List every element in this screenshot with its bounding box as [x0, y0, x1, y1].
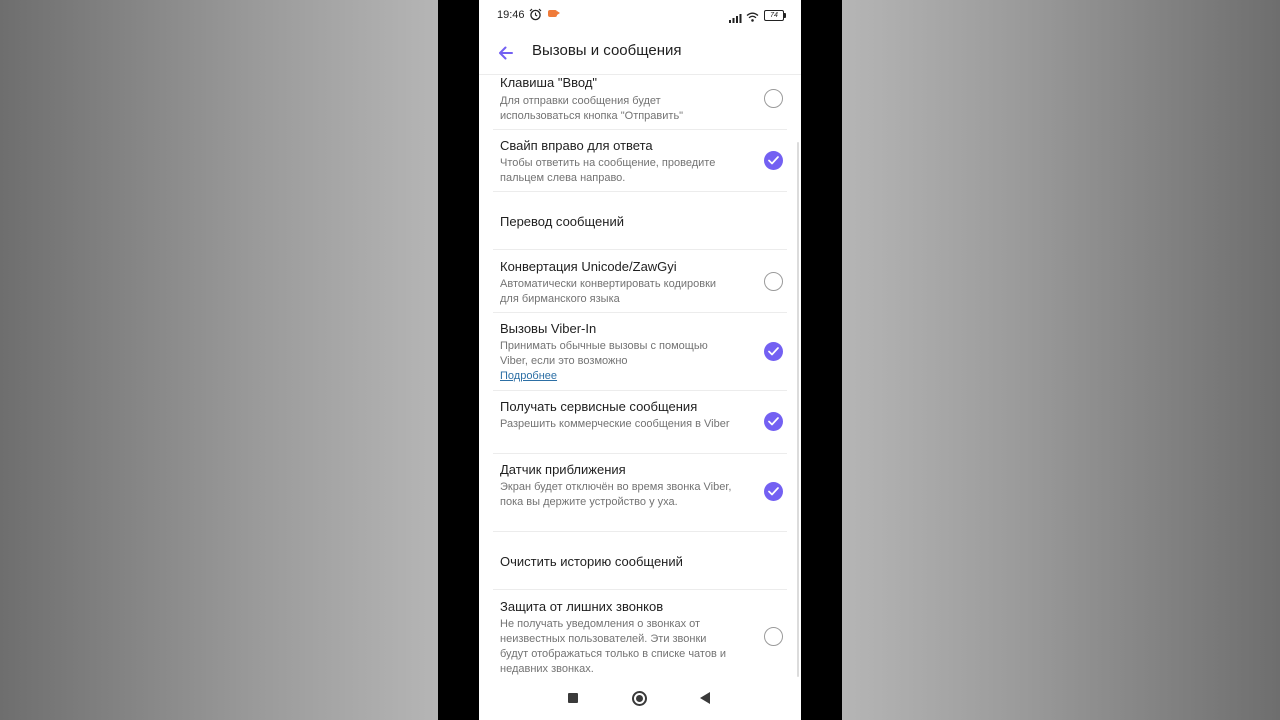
settings-list: Клавиша "Ввод" Для отправки сообщения бу… — [493, 75, 787, 683]
setting-subtitle-text: Принимать обычные вызовы с помощью Viber… — [500, 340, 708, 367]
setting-unicode-zawgyi[interactable]: Конвертация Unicode/ZawGyi Автоматически… — [493, 250, 787, 313]
checkbox-unchecked[interactable] — [764, 89, 783, 108]
home-button[interactable] — [632, 691, 647, 706]
check-icon — [768, 417, 779, 426]
setting-subtitle: Экран будет отключён во время звонка Vib… — [500, 481, 732, 508]
screen-record-icon — [548, 10, 560, 17]
alarm-icon — [529, 8, 542, 26]
setting-title: Клавиша "Ввод" — [500, 75, 598, 90]
checkbox-unchecked[interactable] — [764, 627, 783, 646]
setting-title: Получать сервисные сообщения — [500, 399, 698, 414]
setting-subtitle: Для отправки сообщения будет использоват… — [500, 95, 684, 122]
setting-title: Свайп вправо для ответа — [500, 138, 653, 153]
check-icon — [768, 347, 779, 356]
signal-icon — [729, 10, 742, 28]
setting-clear-history[interactable]: Очистить историю сообщений — [493, 532, 787, 590]
status-time: 19:46 — [497, 9, 525, 21]
setting-subtitle: Разрешить коммерческие сообщения в Viber — [500, 418, 730, 430]
more-info-link[interactable]: Подробнее — [500, 370, 557, 382]
setting-subtitle: Чтобы ответить на сообщение, проведите п… — [500, 157, 716, 184]
setting-call-protection[interactable]: Защита от лишних звонков Не получать уве… — [493, 590, 787, 683]
app-bar: Вызовы и сообщения — [479, 32, 801, 75]
checkbox-checked[interactable] — [764, 151, 783, 170]
setting-title: Очистить историю сообщений — [500, 554, 683, 569]
setting-title: Вызовы Viber-In — [500, 321, 597, 336]
setting-translate-messages[interactable]: Перевод сообщений — [493, 192, 787, 250]
arrow-left-icon[interactable] — [493, 40, 519, 66]
checkbox-checked[interactable] — [764, 342, 783, 361]
recents-button[interactable] — [568, 693, 578, 703]
setting-title: Конвертация Unicode/ZawGyi — [500, 259, 677, 274]
setting-service-messages[interactable]: Получать сервисные сообщения Разрешить к… — [493, 391, 787, 454]
page-title: Вызовы и сообщения — [532, 42, 682, 59]
setting-subtitle: Автоматически конвертировать кодировки д… — [500, 278, 717, 305]
setting-subtitle: Принимать обычные вызовы с помощью Viber… — [500, 339, 732, 384]
checkbox-unchecked[interactable] — [764, 272, 783, 291]
setting-title: Датчик приближения — [500, 462, 626, 477]
setting-subtitle: Не получать уведомления о звонках от неи… — [500, 618, 727, 675]
back-button[interactable] — [700, 692, 710, 704]
setting-enter-key[interactable]: Клавиша "Ввод" Для отправки сообщения бу… — [493, 75, 787, 130]
phone-screen: 19:46 74 Вызовы и сообщения Клавиша "Вво… — [479, 0, 801, 720]
setting-proximity-sensor[interactable]: Датчик приближения Экран будет отключён … — [493, 454, 787, 532]
setting-title: Перевод сообщений — [500, 214, 624, 229]
setting-viber-in-calls[interactable]: Вызовы Viber-In Принимать обычные вызовы… — [493, 313, 787, 391]
setting-title: Защита от лишних звонков — [500, 599, 664, 614]
check-icon — [768, 156, 779, 165]
system-nav-bar — [479, 678, 801, 720]
battery-icon: 74 — [764, 10, 786, 21]
setting-swipe-reply[interactable]: Свайп вправо для ответа Чтобы ответить н… — [493, 130, 787, 192]
checkbox-checked[interactable] — [764, 482, 783, 501]
wifi-icon — [746, 9, 759, 27]
check-icon — [768, 487, 779, 496]
checkbox-checked[interactable] — [764, 412, 783, 431]
status-bar: 19:46 74 — [479, 0, 801, 32]
scrollbar[interactable] — [797, 142, 799, 677]
